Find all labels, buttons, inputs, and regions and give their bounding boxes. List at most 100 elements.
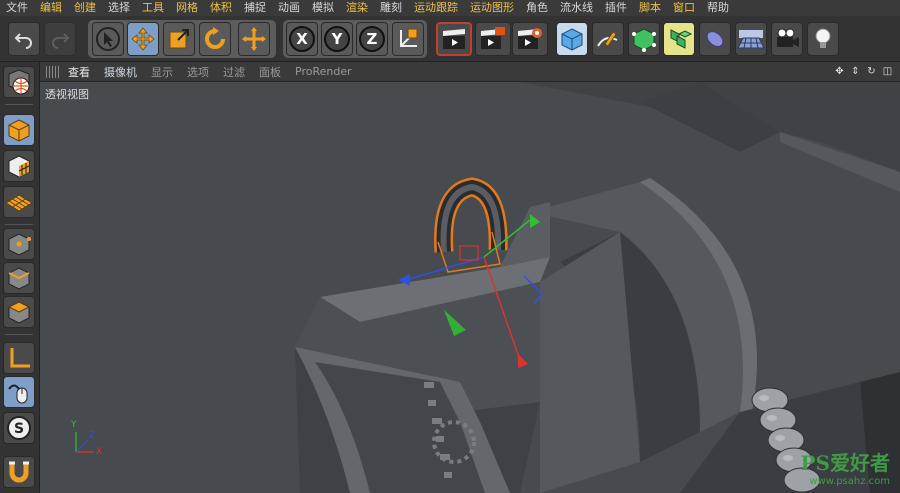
axis-mode-button[interactable] bbox=[3, 342, 35, 374]
arrow-cursor-icon bbox=[96, 27, 120, 51]
snap-s-icon: S bbox=[7, 416, 31, 440]
make-editable-button[interactable] bbox=[3, 66, 35, 98]
axis-z-label: Z bbox=[89, 431, 96, 441]
z-axis-label: Z bbox=[366, 30, 378, 48]
menu-item[interactable]: 体积 bbox=[210, 0, 232, 16]
menu-item[interactable]: 创建 bbox=[74, 0, 96, 16]
select-tool-button[interactable] bbox=[92, 22, 124, 56]
render-settings-button[interactable] bbox=[512, 22, 548, 56]
rotate-icon bbox=[205, 27, 225, 49]
svg-text:S: S bbox=[14, 421, 24, 437]
menu-item[interactable]: 窗口 bbox=[673, 0, 695, 16]
render-to-picture-viewer-button[interactable] bbox=[475, 22, 511, 56]
menu-item[interactable]: 运动图形 bbox=[470, 0, 514, 16]
menu-item[interactable]: 捕捉 bbox=[244, 0, 266, 16]
move-arrows-icon bbox=[131, 27, 155, 51]
main-toolbar: X Y Z bbox=[0, 16, 900, 62]
move-tool-button[interactable] bbox=[127, 22, 159, 56]
maximize-view-icon[interactable]: ◫ bbox=[881, 65, 894, 78]
live-selection-button[interactable] bbox=[238, 22, 270, 56]
undo-button[interactable] bbox=[8, 22, 40, 56]
redo-button[interactable] bbox=[44, 22, 76, 56]
undo-icon bbox=[14, 33, 32, 49]
menu-item[interactable]: 插件 bbox=[605, 0, 627, 16]
render-view-button[interactable] bbox=[436, 22, 472, 56]
subdivision-cube-icon bbox=[632, 28, 656, 52]
viewport-navigation: ✥ ⇕ ↻ ◫ bbox=[833, 65, 894, 78]
tweak-mode-button[interactable] bbox=[3, 376, 35, 408]
axis-y-label: Y bbox=[71, 420, 77, 430]
texture-mode-button[interactable] bbox=[3, 150, 35, 182]
crosshair-move-icon bbox=[242, 27, 266, 51]
clapperboard-gear-icon bbox=[518, 28, 542, 49]
camera-object-button[interactable] bbox=[771, 22, 803, 56]
left-tool-panel: S bbox=[0, 62, 40, 493]
array-cloner-button[interactable] bbox=[663, 22, 695, 56]
panel-menu[interactable]: 面板 bbox=[259, 64, 281, 80]
perspective-viewport[interactable]: 透视视图 Y X Z PS爱好者 www.psahz.com bbox=[40, 82, 900, 493]
axis-x-label: X bbox=[96, 447, 103, 457]
menu-item[interactable]: 网格 bbox=[176, 0, 198, 16]
prorender-menu[interactable]: ProRender bbox=[295, 65, 352, 78]
rotate-view-icon[interactable]: ↻ bbox=[865, 65, 878, 78]
edges-mode-button[interactable] bbox=[3, 262, 35, 294]
coordinate-system-button[interactable] bbox=[392, 22, 424, 56]
workplane-mode-button[interactable] bbox=[3, 186, 35, 218]
menu-item[interactable]: 渲染 bbox=[346, 0, 368, 16]
dolly-view-icon[interactable]: ⇕ bbox=[849, 65, 862, 78]
menu-item[interactable]: 帮助 bbox=[707, 0, 729, 16]
menu-item[interactable]: 文件 bbox=[6, 0, 28, 16]
cloner-cubes-icon bbox=[670, 29, 693, 49]
points-mode-button[interactable] bbox=[3, 228, 35, 260]
floor-grid-icon bbox=[737, 30, 765, 49]
rotate-tool-button[interactable] bbox=[199, 22, 231, 56]
edges-cube-icon bbox=[8, 267, 30, 290]
deformer-bend-button[interactable] bbox=[699, 22, 731, 56]
menu-item[interactable]: 流水线 bbox=[560, 0, 593, 16]
menu-item[interactable]: 工具 bbox=[142, 0, 164, 16]
display-menu[interactable]: 显示 bbox=[151, 64, 173, 80]
camera-icon bbox=[777, 28, 799, 47]
viewport-menu-bar: 查看 摄像机 显示 选项 过滤 面板 ProRender ✥ ⇕ ↻ ◫ bbox=[40, 62, 900, 82]
menu-item[interactable]: 模拟 bbox=[312, 0, 334, 16]
options-menu[interactable]: 选项 bbox=[187, 64, 209, 80]
lock-y-axis-button[interactable]: Y bbox=[321, 22, 353, 56]
magnet-snap-button[interactable] bbox=[3, 456, 35, 488]
scene-render bbox=[40, 82, 900, 493]
menu-item[interactable]: 脚本 bbox=[639, 0, 661, 16]
snapping-button[interactable]: S bbox=[3, 412, 35, 444]
menu-item[interactable]: 角色 bbox=[526, 0, 548, 16]
menu-bar: 文件 编辑 创建 选择 工具 网格 体积 捕捉 动画 模拟 渲染 雕刻 运动跟踪 运动图形 角色 流水线 插件脚… bbox=[0, 0, 900, 16]
watermark-title: PS爱好者 bbox=[800, 451, 890, 475]
floor-environment-button[interactable] bbox=[735, 22, 767, 56]
model-mode-button[interactable] bbox=[3, 114, 35, 146]
subdivision-surface-button[interactable] bbox=[628, 22, 660, 56]
menu-item[interactable]: 雕刻 bbox=[380, 0, 402, 16]
menu-item[interactable]: 编辑 bbox=[40, 0, 62, 16]
menu-item[interactable]: 动画 bbox=[278, 0, 300, 16]
workplane-grid-icon bbox=[5, 194, 33, 212]
filter-menu[interactable]: 过滤 bbox=[223, 64, 245, 80]
cube-icon bbox=[561, 28, 583, 51]
magnet-icon bbox=[9, 461, 29, 483]
menu-item[interactable]: 运动跟踪 bbox=[414, 0, 458, 16]
coordinate-system-icon bbox=[400, 28, 418, 47]
lock-x-axis-button[interactable]: X bbox=[286, 22, 318, 56]
polygons-cube-icon bbox=[7, 301, 31, 324]
camera-menu[interactable]: 摄像机 bbox=[104, 64, 137, 80]
lock-z-axis-button[interactable]: Z bbox=[356, 22, 388, 56]
x-axis-label: X bbox=[296, 30, 308, 48]
globe-editable-icon bbox=[8, 69, 30, 95]
menu-item[interactable]: 选择 bbox=[108, 0, 130, 16]
light-object-button[interactable] bbox=[807, 22, 839, 56]
points-cube-icon bbox=[8, 233, 31, 256]
axis-corner-icon bbox=[10, 348, 30, 368]
cube-object-button[interactable] bbox=[556, 22, 588, 56]
scale-tool-button[interactable] bbox=[163, 22, 195, 56]
spline-pen-button[interactable] bbox=[592, 22, 624, 56]
polygons-mode-button[interactable] bbox=[3, 296, 35, 328]
view-menu[interactable]: 查看 bbox=[68, 64, 90, 80]
pan-view-icon[interactable]: ✥ bbox=[833, 65, 846, 78]
pen-spline-icon bbox=[597, 31, 618, 47]
clapperboard-picture-icon bbox=[481, 27, 505, 49]
